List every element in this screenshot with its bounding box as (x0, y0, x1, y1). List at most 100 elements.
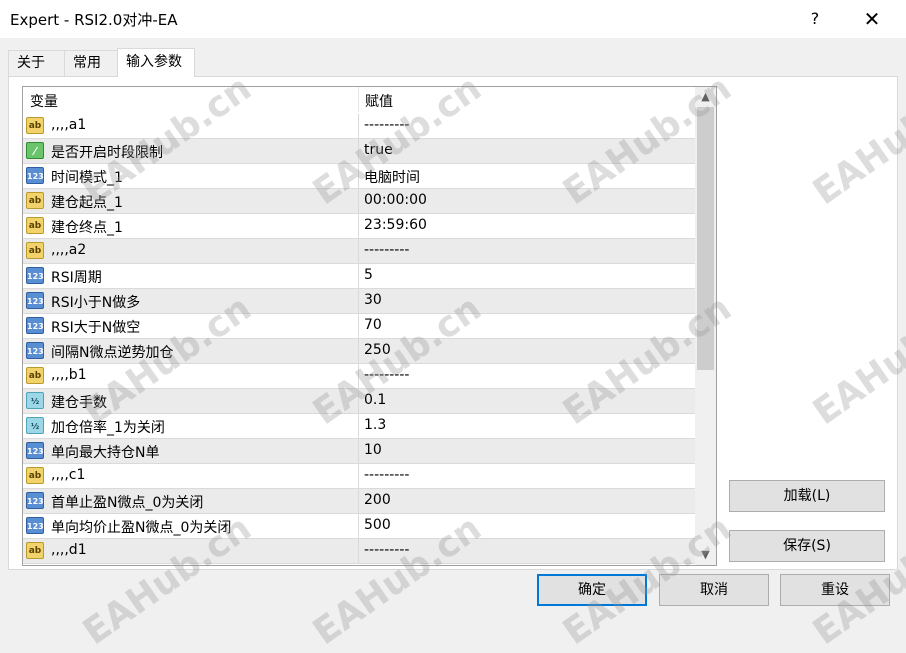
column-header-variable[interactable]: 变量 (30, 91, 58, 111)
ok-button[interactable]: 确定 (537, 574, 647, 606)
string-type-icon: ab (26, 192, 44, 209)
help-button[interactable]: ? (790, 0, 840, 38)
cell-divider (358, 314, 359, 338)
parameter-value[interactable]: 200 (364, 492, 391, 508)
parameter-name: 是否开启时段限制 (51, 145, 163, 161)
parameter-row[interactable]: 123 时间模式_1 电脑时间 (23, 164, 695, 189)
parameter-name: ,,,,b1 (51, 367, 87, 383)
parameter-row[interactable]: ab 建仓起点_1 00:00:00 (23, 189, 695, 214)
int-type-icon: 123 (26, 442, 44, 459)
string-type-icon: ab (26, 367, 44, 384)
parameter-name: 建仓终点_1 (51, 220, 123, 236)
parameter-name: RSI周期 (51, 270, 102, 286)
int-type-icon: 123 (26, 317, 44, 334)
parameter-name: 时间模式_1 (51, 170, 123, 186)
parameter-value[interactable]: 70 (364, 317, 382, 333)
parameter-row[interactable]: 123 RSI周期 5 (23, 264, 695, 289)
int-type-icon: 123 (26, 342, 44, 359)
int-type-icon: 123 (26, 492, 44, 509)
parameter-row[interactable]: ab ,,,,b1 --------- (23, 364, 695, 389)
parameter-value[interactable]: 0.1 (364, 392, 386, 408)
bool-type-icon: ⁄ (26, 142, 44, 159)
cell-divider (358, 389, 359, 413)
parameter-row[interactable]: 123 单向最大持仓N单 10 (23, 439, 695, 464)
parameter-name: 建仓起点_1 (51, 195, 123, 211)
parameter-value[interactable]: 00:00:00 (364, 192, 427, 208)
parameter-value[interactable]: 23:59:60 (364, 217, 427, 233)
close-button[interactable]: ✕ (847, 0, 897, 38)
parameter-name: RSI小于N做多 (51, 295, 141, 311)
parameter-row[interactable]: ⁄ 是否开启时段限制 true (23, 139, 695, 164)
parameter-name: ,,,,d1 (51, 542, 87, 558)
cell-divider (358, 414, 359, 438)
cell-divider (358, 214, 359, 238)
parameter-value[interactable]: 250 (364, 342, 391, 358)
parameter-value[interactable]: --------- (364, 467, 409, 483)
reset-button[interactable]: 重设 (780, 574, 890, 606)
column-divider[interactable] (358, 87, 359, 112)
string-type-icon: ab (26, 542, 44, 559)
cell-divider (358, 464, 359, 488)
parameter-row[interactable]: ½ 加仓倍率_1为关闭 1.3 (23, 414, 695, 439)
int-type-icon: 123 (26, 167, 44, 184)
parameter-value[interactable]: --------- (364, 367, 409, 383)
parameter-name: 单向均价止盈N微点_0为关闭 (51, 520, 232, 536)
parameter-name: 首单止盈N微点_0为关闭 (51, 495, 204, 511)
parameter-value[interactable]: --------- (364, 117, 409, 133)
parameter-value[interactable]: 30 (364, 292, 382, 308)
cell-divider (358, 364, 359, 388)
parameter-name: RSI大于N做空 (51, 320, 141, 336)
int-type-icon: 123 (26, 517, 44, 534)
parameter-row[interactable]: ab ,,,,a2 --------- (23, 239, 695, 264)
int-type-icon: 123 (26, 267, 44, 284)
cell-divider (358, 264, 359, 288)
parameter-row[interactable]: ab 建仓终点_1 23:59:60 (23, 214, 695, 239)
scroll-up-arrow-icon[interactable]: ▲ (695, 87, 716, 107)
double-type-icon: ½ (26, 392, 44, 409)
parameter-value[interactable]: 500 (364, 517, 391, 533)
cell-divider (358, 239, 359, 263)
parameter-name: 加仓倍率_1为关闭 (51, 420, 165, 436)
cancel-button[interactable]: 取消 (659, 574, 769, 606)
parameter-name: 建仓手数 (51, 395, 107, 411)
save-button[interactable]: 保存(S) (729, 530, 885, 562)
parameter-value[interactable]: 5 (364, 267, 373, 283)
parameter-row[interactable]: 123 RSI小于N做多 30 (23, 289, 695, 314)
parameter-name: 单向最大持仓N单 (51, 445, 160, 461)
cell-divider (358, 164, 359, 188)
parameter-row[interactable]: ab ,,,,c1 --------- (23, 464, 695, 489)
cell-divider (358, 189, 359, 213)
column-header-value[interactable]: 赋值 (365, 91, 393, 111)
cell-divider (358, 539, 359, 563)
parameter-name: ,,,,a2 (51, 242, 87, 258)
parameter-value[interactable]: 10 (364, 442, 382, 458)
window-title: Expert - RSI2.0对冲-EA (10, 11, 178, 29)
parameter-value[interactable]: 1.3 (364, 417, 386, 433)
parameter-value[interactable]: --------- (364, 542, 409, 558)
grid-header: 变量 赋值 (23, 87, 695, 112)
vertical-scrollbar[interactable]: ▲ ▼ (695, 87, 716, 565)
tab-common[interactable]: 常用 (64, 50, 118, 76)
load-button[interactable]: 加载(L) (729, 480, 885, 512)
cell-divider (358, 339, 359, 363)
parameter-row[interactable]: ab ,,,,d1 --------- (23, 539, 695, 564)
parameter-row[interactable]: 123 间隔N微点逆势加仓 250 (23, 339, 695, 364)
tab-inputs[interactable]: 输入参数 (117, 48, 195, 77)
parameter-row[interactable]: 123 首单止盈N微点_0为关闭 200 (23, 489, 695, 514)
string-type-icon: ab (26, 117, 44, 134)
parameter-name: ,,,,a1 (51, 117, 87, 133)
string-type-icon: ab (26, 242, 44, 259)
parameter-row[interactable]: ab ,,,,a1 --------- (23, 114, 695, 139)
cell-divider (358, 114, 359, 138)
scroll-thumb[interactable] (697, 107, 714, 370)
tab-about[interactable]: 关于 (8, 50, 65, 76)
parameter-row[interactable]: 123 单向均价止盈N微点_0为关闭 500 (23, 514, 695, 539)
parameter-value[interactable]: true (364, 142, 393, 158)
parameter-row[interactable]: 123 RSI大于N做空 70 (23, 314, 695, 339)
title-bar: Expert - RSI2.0对冲-EA ? ✕ (0, 0, 906, 38)
scroll-down-arrow-icon[interactable]: ▼ (695, 545, 716, 565)
parameter-value[interactable]: 电脑时间 (364, 167, 420, 187)
parameter-row[interactable]: ½ 建仓手数 0.1 (23, 389, 695, 414)
parameter-value[interactable]: --------- (364, 242, 409, 258)
string-type-icon: ab (26, 217, 44, 234)
